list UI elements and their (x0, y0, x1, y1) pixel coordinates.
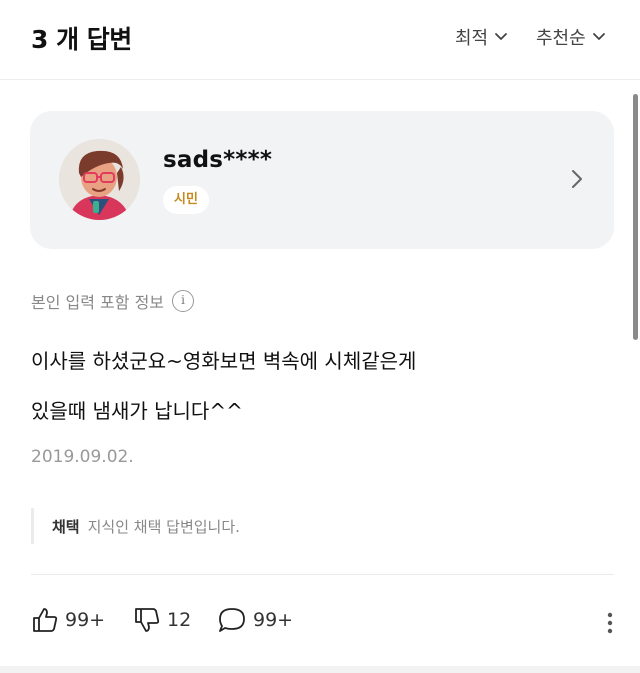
answer-body: 이사를 하셨군요~영화보면 벽속에 시체같은게 있을때 냄새가 납니다^^ (31, 336, 416, 436)
scrollbar[interactable] (633, 94, 638, 340)
answers-header: 3 개 답변 최적 추천순 (0, 0, 640, 80)
answerer-username[interactable]: sads**** (163, 147, 272, 173)
thumbs-up-icon (33, 608, 58, 632)
section-separator (0, 666, 640, 673)
answer-line: 이사를 하셨군요~영화보면 벽속에 시체같은게 (31, 349, 417, 373)
sort-dropdown-best[interactable]: 최적 (455, 24, 508, 50)
answer-date: 2019.09.02. (31, 447, 134, 467)
chevron-down-icon (592, 33, 605, 40)
sort-dropdown-recommend[interactable]: 추천순 (536, 24, 606, 50)
comment-icon (219, 608, 245, 632)
sort-label-recommend: 추천순 (536, 28, 586, 49)
input-info-label: 본인 입력 포함 정보 (31, 293, 165, 312)
divider (31, 574, 614, 575)
chevron-right-icon[interactable] (570, 168, 584, 190)
comment-count: 99+ (253, 609, 294, 631)
comment-button[interactable]: 99+ (217, 606, 293, 634)
answerer-profile-card[interactable]: sads**** 시민 (30, 111, 614, 249)
answer-line: 있을때 냄새가 납니다^^ (31, 399, 243, 423)
chevron-down-icon (495, 33, 508, 40)
info-icon[interactable]: i (172, 290, 195, 312)
input-info-row: 본인 입력 포함 정보 i (31, 289, 195, 313)
selected-answer-notice: 채택 지식인 채택 답변입니다. (31, 508, 614, 544)
like-button[interactable]: 99+ (31, 606, 105, 634)
dislike-button[interactable]: 12 (133, 606, 191, 634)
more-vertical-icon[interactable] (600, 610, 620, 636)
sort-label-best: 최적 (455, 28, 489, 49)
answers-count-title: 3 개 답변 (31, 25, 132, 54)
dislike-count: 12 (167, 609, 192, 631)
like-count: 99+ (65, 609, 106, 631)
avatar-illustration (59, 139, 140, 220)
selected-text: 지식인 채택 답변입니다. (87, 517, 240, 536)
user-rank-badge: 시민 (163, 186, 209, 214)
selected-label: 채택 (52, 517, 80, 536)
avatar[interactable] (59, 139, 140, 220)
thumbs-down-icon (135, 608, 160, 632)
